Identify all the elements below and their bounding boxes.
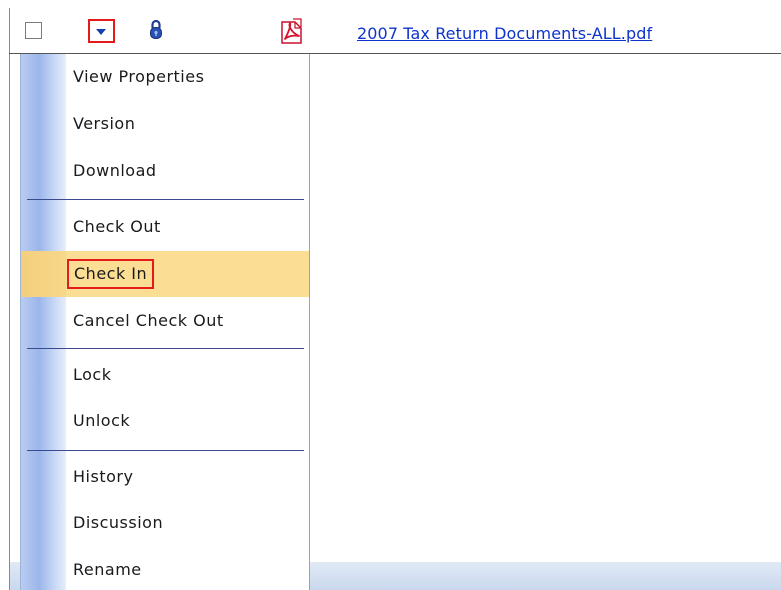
menu-item-lock[interactable]: Lock [21, 353, 309, 399]
file-row: 2007 Tax Return Documents-ALL.pdf [9, 8, 781, 54]
menu-separator [27, 348, 304, 349]
menu-item-label: Cancel Check Out [73, 311, 224, 330]
menu-item-label: Download [73, 161, 157, 180]
menu-item-label: Check Out [73, 217, 161, 236]
menu-item-label: Rename [73, 560, 142, 579]
menu-item-unlock[interactable]: Unlock [21, 399, 309, 445]
item-context-menu: View Properties Version Download Check O… [20, 54, 310, 590]
menu-separator [27, 199, 304, 200]
select-checkbox[interactable] [25, 22, 42, 39]
file-name-link[interactable]: 2007 Tax Return Documents-ALL.pdf [357, 24, 652, 43]
menu-item-rename[interactable]: Rename [21, 548, 309, 590]
list-left-border [9, 8, 10, 590]
menu-item-discussion[interactable]: Discussion [21, 501, 309, 547]
menu-item-history[interactable]: History [21, 455, 309, 501]
menu-item-label: History [73, 467, 134, 486]
menu-item-label: Check In [67, 259, 155, 289]
item-menu-dropdown-button[interactable] [88, 19, 115, 43]
menu-item-cancel-check-out[interactable]: Cancel Check Out [21, 299, 309, 345]
menu-item-version[interactable]: Version [21, 102, 309, 148]
menu-item-view-properties[interactable]: View Properties [21, 55, 309, 101]
menu-item-label: View Properties [73, 67, 205, 86]
dropdown-arrow-icon [96, 29, 106, 35]
menu-item-check-out[interactable]: Check Out [21, 205, 309, 251]
menu-separator [27, 450, 304, 451]
menu-item-label: Version [73, 114, 136, 133]
menu-item-check-in[interactable]: Check In [21, 251, 309, 297]
menu-item-download[interactable]: Download [21, 149, 309, 195]
menu-item-label: Unlock [73, 411, 131, 430]
document-library-view: 2007 Tax Return Documents-ALL.pdf View P… [0, 0, 781, 590]
pdf-file-icon [281, 18, 302, 44]
lock-icon [150, 19, 162, 39]
menu-item-label: Lock [73, 365, 112, 384]
menu-item-label: Discussion [73, 513, 164, 532]
